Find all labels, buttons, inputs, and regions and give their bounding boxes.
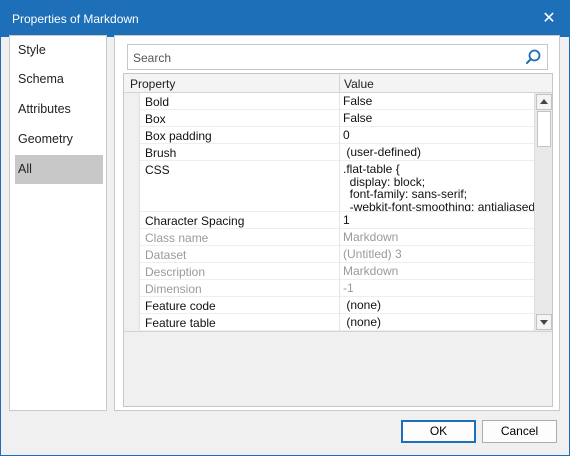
sidebar-item-geometry[interactable]: Geometry [15, 125, 103, 154]
scroll-down-button[interactable] [536, 314, 552, 330]
triangle-down-icon [540, 320, 548, 325]
property-name: Character Spacing [145, 214, 245, 228]
search-box [127, 44, 548, 70]
property-name: Feature table [145, 316, 216, 330]
title-bar: Properties of Markdown ✕ [1, 1, 569, 37]
property-row-dataset: Dataset (Untitled) 3 [140, 246, 534, 263]
property-value: -1 [343, 281, 354, 295]
sidebar-item-label: Attributes [18, 102, 71, 116]
property-row-css[interactable]: CSS .flat-table { display: block; font-f… [140, 161, 534, 212]
scrollbar-thumb[interactable] [537, 111, 551, 147]
property-value[interactable]: 1 [343, 214, 350, 227]
property-value: Markdown [343, 230, 399, 244]
column-divider [339, 93, 340, 331]
property-value: (Untitled) 3 [343, 247, 402, 261]
property-row-box-padding[interactable]: Box padding 0 [140, 127, 534, 144]
property-row-bold[interactable]: Bold False [140, 93, 534, 110]
property-name: CSS [145, 163, 170, 177]
cancel-button[interactable]: Cancel [482, 420, 557, 443]
sidebar-item-style[interactable]: Style [15, 36, 103, 65]
sidebar-item-all[interactable]: All [15, 155, 103, 184]
scroll-up-button[interactable] [536, 94, 552, 110]
description-pane [124, 331, 552, 406]
property-name: Brush [145, 146, 177, 160]
property-name: Bold [145, 95, 170, 109]
category-sidebar: Style Schema Attributes Geometry All [9, 35, 107, 411]
property-value[interactable]: .flat-table { display: block; font-famil… [343, 163, 534, 211]
property-column-header[interactable]: Property [130, 77, 175, 91]
dialog-title: Properties of Markdown [12, 12, 139, 26]
property-name: Dataset [145, 248, 187, 262]
grid-header: Property Value [124, 74, 552, 93]
property-row-feature-table[interactable]: Feature table (none) [140, 314, 534, 331]
row-gutter [124, 93, 140, 331]
property-row-description: Description Markdown [140, 263, 534, 280]
property-grid: Property Value Bold False Box False Box … [123, 73, 553, 407]
sidebar-item-label: All [18, 162, 32, 176]
property-rows: Bold False Box False Box padding 0 Brush… [124, 93, 534, 331]
close-icon[interactable]: ✕ [539, 9, 559, 29]
property-row-feature-code[interactable]: Feature code (none) [140, 297, 534, 314]
property-value[interactable]: False [343, 112, 372, 125]
triangle-up-icon [540, 99, 548, 104]
value-column-header[interactable]: Value [344, 77, 374, 91]
sidebar-item-attributes[interactable]: Attributes [15, 95, 103, 124]
property-name: Description [145, 265, 206, 279]
property-value: Markdown [343, 264, 399, 278]
sidebar-item-label: Style [18, 43, 46, 57]
property-value[interactable]: 0 [343, 129, 350, 142]
vertical-scrollbar[interactable] [534, 93, 552, 331]
property-value[interactable]: (none) [343, 316, 381, 329]
property-row-character-spacing[interactable]: Character Spacing 1 [140, 212, 534, 229]
ok-button[interactable]: OK [401, 420, 476, 443]
property-row-class-name: Class name Markdown [140, 229, 534, 246]
property-row-box[interactable]: Box False [140, 110, 534, 127]
search-icon[interactable] [524, 48, 542, 66]
property-row-dimension: Dimension -1 [140, 280, 534, 297]
property-value[interactable]: (user-defined) [343, 146, 421, 159]
column-divider[interactable] [339, 74, 340, 93]
property-name: Dimension [145, 282, 202, 296]
property-value[interactable]: (none) [343, 299, 381, 312]
property-row-brush[interactable]: Brush (user-defined) [140, 144, 534, 161]
sidebar-item-label: Geometry [18, 132, 73, 146]
property-value[interactable]: False [343, 95, 372, 108]
property-name: Class name [145, 231, 209, 245]
search-input[interactable] [133, 49, 513, 66]
sidebar-item-label: Schema [18, 72, 64, 86]
sidebar-item-schema[interactable]: Schema [15, 65, 103, 94]
property-name: Box [145, 112, 166, 126]
property-name: Feature code [145, 299, 216, 313]
property-name: Box padding [145, 129, 212, 143]
